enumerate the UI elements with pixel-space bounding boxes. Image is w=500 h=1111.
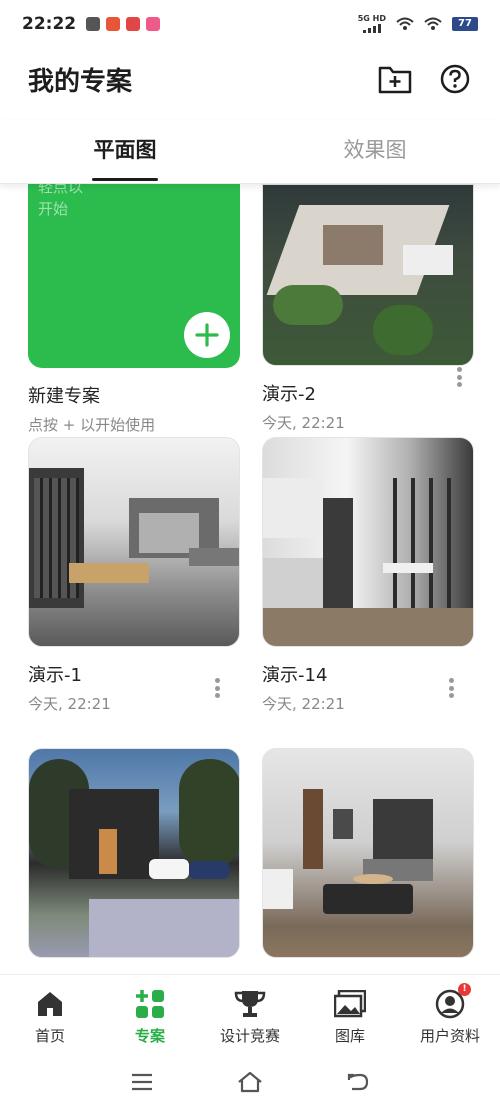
tab-renderings[interactable]: 效果图: [250, 120, 500, 183]
nav-design-contest-label: 设计竞赛: [219, 1027, 280, 1045]
project-card[interactable]: [28, 748, 240, 958]
notification-icon: [86, 17, 101, 31]
notification-icon: [106, 17, 121, 31]
project-card[interactable]: 演示-1 今天, 22:21: [28, 437, 240, 714]
help-button[interactable]: [438, 62, 472, 96]
new-project-tile[interactable]: 轻点以 开始: [28, 184, 240, 368]
app-header: 我的专案: [0, 48, 500, 110]
nav-profile[interactable]: ! 用户资料: [400, 975, 500, 1052]
project-name: 演示-2: [262, 384, 316, 405]
home-button[interactable]: [236, 1068, 264, 1096]
project-thumbnail[interactable]: [262, 748, 474, 958]
battery-indicator: 77: [452, 17, 478, 31]
project-subtitle: 点按 + 以开始使用: [28, 416, 156, 434]
nav-home[interactable]: 首页: [0, 975, 100, 1052]
tab-floor-plan[interactable]: 平面图: [0, 120, 250, 183]
more-options-button[interactable]: [450, 364, 468, 390]
home-icon: [33, 987, 67, 1021]
plus-icon: [195, 323, 219, 347]
new-project-card[interactable]: 轻点以 开始 新建专案 点按 + 以开始使用: [28, 184, 240, 435]
project-thumbnail[interactable]: [262, 437, 474, 647]
new-folder-button[interactable]: [378, 62, 412, 96]
status-time: 22:22: [22, 14, 77, 34]
trophy-icon: [233, 987, 267, 1021]
system-navigation: [0, 1052, 500, 1111]
tab-bar: 平面图 效果图: [0, 120, 500, 184]
network-label: 5G HD: [357, 14, 386, 23]
nav-projects[interactable]: 专案: [100, 975, 200, 1052]
menu-button[interactable]: [128, 1068, 156, 1096]
wifi-icon: [424, 17, 442, 30]
projects-icon: [133, 987, 167, 1021]
add-folder-icon: [378, 66, 412, 94]
add-project-button[interactable]: [184, 312, 230, 358]
nav-gallery[interactable]: 图库: [300, 975, 400, 1052]
nav-home-label: 首页: [34, 1027, 65, 1045]
menu-icon: [132, 1073, 152, 1090]
help-icon: [440, 64, 470, 94]
more-options-button[interactable]: [442, 675, 460, 701]
project-card[interactable]: 演示-2 今天, 22:21: [262, 184, 474, 433]
notification-icon: [126, 17, 141, 31]
project-thumbnail[interactable]: [262, 184, 474, 366]
notification-icon: [146, 17, 161, 31]
back-icon: [347, 1073, 369, 1090]
more-options-button[interactable]: [208, 675, 226, 701]
project-date: 今天, 22:21: [262, 414, 345, 432]
project-thumbnail[interactable]: [28, 748, 240, 958]
project-card[interactable]: [262, 748, 474, 958]
nav-design-contest[interactable]: 设计竞赛: [200, 975, 300, 1052]
back-button[interactable]: [344, 1068, 372, 1096]
project-thumbnail[interactable]: [28, 437, 240, 647]
profile-icon: !: [433, 983, 471, 1021]
nav-projects-label: 专案: [134, 1027, 165, 1045]
new-project-hint: 轻点以 开始: [38, 184, 84, 218]
project-name: 新建专案: [28, 386, 100, 407]
bottom-navigation: 首页 专案 设计竞赛 图库 ! 用户资料: [0, 974, 500, 1052]
gallery-icon: [333, 987, 367, 1021]
status-bar: 22:22 5G HD 77: [0, 0, 500, 48]
project-grid[interactable]: 轻点以 开始 新建专案 点按 + 以开始使用 演示-2 今天, 22:21 演示…: [0, 184, 500, 974]
nav-profile-label: 用户资料: [419, 1027, 480, 1045]
hotspot-icon: [396, 17, 414, 30]
project-card[interactable]: 演示-14 今天, 22:21: [262, 437, 474, 714]
house-outline-icon: [238, 1071, 262, 1092]
nav-gallery-label: 图库: [334, 1027, 365, 1045]
cellular-signal-icon: 5G HD: [358, 15, 386, 33]
page-title: 我的专案: [28, 66, 133, 97]
notification-badge: !: [458, 983, 471, 996]
